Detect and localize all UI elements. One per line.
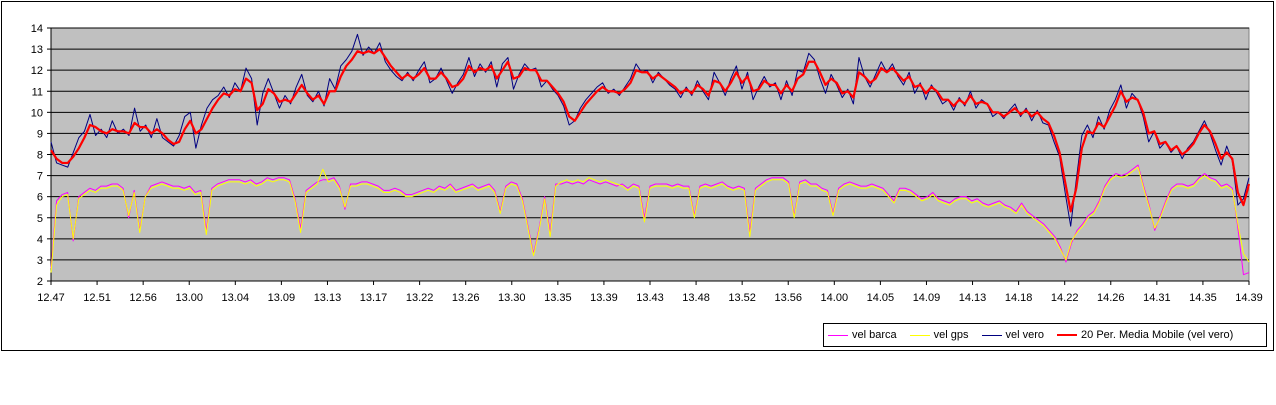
x-tick-label: 13.04 <box>222 292 250 304</box>
y-axis: 2 3 4 5 6 7 8 9 10 11 12 13 14 <box>31 23 52 288</box>
x-tick-label: 13.22 <box>406 292 434 304</box>
x-axis: 12.47 12.51 12.56 13.00 13.04 13.09 13.13 13.17… <box>37 280 1263 304</box>
x-tick-label: 13.52 <box>728 292 756 304</box>
legend-label: vel vero <box>1005 329 1045 341</box>
x-tick-label: 13.48 <box>682 292 710 304</box>
legend-swatch <box>981 334 1002 336</box>
x-tick-label: 13.35 <box>544 292 572 304</box>
y-tick-label: 4 <box>37 234 43 246</box>
x-tick-label: 13.00 <box>175 292 203 304</box>
x-tick-label: 13.26 <box>452 292 480 304</box>
legend-label: 20 Per. Media Mobile (vel vero) <box>1081 329 1234 341</box>
y-tick-label: 7 <box>37 171 43 183</box>
legend-label: vel gps <box>933 329 969 341</box>
x-tick-label: 14.26 <box>1097 292 1125 304</box>
x-tick-label: 14.39 <box>1235 292 1263 304</box>
y-tick-label: 2 <box>37 276 43 288</box>
x-tick-label: 13.17 <box>360 292 388 304</box>
y-tick-label: 3 <box>37 255 43 267</box>
legend-swatch <box>1057 334 1078 336</box>
y-tick-label: 12 <box>31 65 43 77</box>
x-tick-label: 12.56 <box>129 292 157 304</box>
y-tick-label: 6 <box>37 192 43 204</box>
x-tick-label: 13.39 <box>590 292 618 304</box>
x-tick-label: 13.13 <box>314 292 342 304</box>
legend-swatch <box>909 334 930 336</box>
legend-label: vel barca <box>852 329 897 341</box>
y-tick-label: 10 <box>31 107 43 119</box>
legend-item: vel barca <box>828 329 897 341</box>
legend-item: vel vero <box>981 329 1045 341</box>
x-tick-label: 13.09 <box>268 292 296 304</box>
x-tick-label: 14.22 <box>1051 292 1079 304</box>
x-tick-label: 14.09 <box>913 292 941 304</box>
legend-item: 20 Per. Media Mobile (vel vero) <box>1057 329 1233 341</box>
x-tick-label: 14.35 <box>1189 292 1217 304</box>
y-tick-label: 8 <box>37 150 43 162</box>
x-tick-label: 14.31 <box>1143 292 1171 304</box>
y-tick-label: 13 <box>31 44 43 56</box>
x-tick-label: 12.47 <box>37 292 65 304</box>
x-tick-label: 14.05 <box>867 292 895 304</box>
x-tick-label: 14.00 <box>821 292 849 304</box>
x-tick-label: 12.51 <box>83 292 111 304</box>
x-tick-label: 13.56 <box>774 292 802 304</box>
x-tick-label: 14.18 <box>1005 292 1033 304</box>
x-tick-label: 13.43 <box>636 292 664 304</box>
x-tick-label: 13.30 <box>498 292 526 304</box>
y-tick-label: 11 <box>32 86 43 98</box>
y-tick-label: 14 <box>31 23 43 35</box>
y-tick-label: 5 <box>37 213 43 225</box>
legend-item: vel gps <box>909 329 969 341</box>
legend: vel barca vel gps vel vero 20 Per. Media Mo… <box>823 323 1267 347</box>
x-tick-label: 14.13 <box>959 292 987 304</box>
y-tick-label: 9 <box>37 128 43 140</box>
legend-swatch <box>828 334 848 336</box>
